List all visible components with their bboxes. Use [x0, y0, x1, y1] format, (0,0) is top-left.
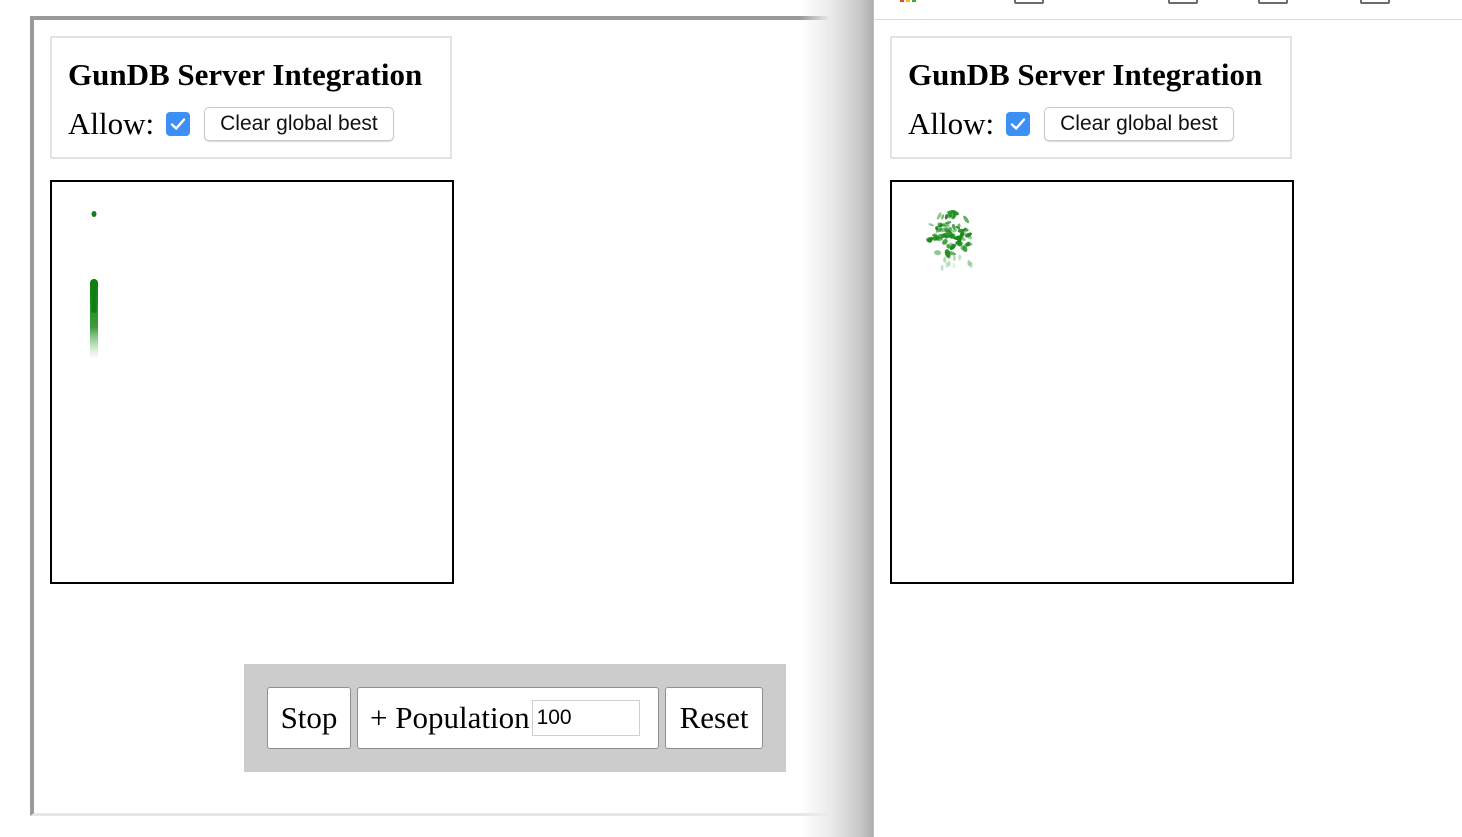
organism-fading	[958, 254, 962, 261]
organism	[934, 250, 942, 256]
clear-global-best-button[interactable]: Clear global best	[1044, 107, 1234, 141]
organism-fading	[947, 252, 951, 259]
allow-label: Allow:	[68, 106, 155, 141]
panel-title: GunDB Server Integration	[908, 57, 1263, 92]
organisms-layer	[90, 211, 98, 359]
bookmark-folder-icon[interactable]	[1014, 0, 1044, 4]
organism	[952, 228, 958, 233]
checkmark-icon	[170, 118, 186, 130]
organism-cluster	[91, 279, 97, 313]
organism-fading	[940, 264, 944, 271]
organism	[948, 226, 952, 233]
organism-fading	[952, 262, 956, 269]
organisms-layer	[926, 209, 973, 271]
simulation-canvas-right[interactable]	[890, 180, 1294, 584]
organism-fading	[944, 249, 948, 256]
bookmark-item[interactable]	[936, 0, 976, 1]
organism-fading	[943, 257, 947, 264]
stop-button[interactable]: Stop	[267, 687, 351, 749]
population-input[interactable]: 100	[531, 700, 640, 736]
organism	[928, 223, 934, 227]
allow-row: Allow: Clear global best	[68, 106, 394, 142]
window-shadow	[800, 0, 875, 837]
organism-fading	[952, 255, 956, 262]
population-label: + Population	[370, 700, 530, 735]
allow-checkbox[interactable]	[1006, 112, 1031, 136]
bookmark-folder-icon[interactable]	[1168, 0, 1198, 4]
organism-fading	[966, 259, 970, 266]
allow-label: Allow:	[908, 106, 995, 141]
reset-button[interactable]: Reset	[665, 687, 763, 749]
simulation-canvas-left[interactable]	[50, 180, 454, 584]
clear-global-best-button[interactable]: Clear global best	[204, 107, 394, 141]
checkmark-icon	[1010, 118, 1026, 130]
organism-fading	[947, 260, 951, 267]
allow-row: Allow: Clear global best	[908, 106, 1234, 142]
panel-title: GunDB Server Integration	[68, 57, 423, 92]
gundb-panel-right: GunDB Server Integration Allow: Clear gl…	[890, 36, 1292, 159]
organism-dot	[91, 211, 97, 217]
bookmarks-bar	[874, 0, 1462, 20]
allow-checkbox[interactable]	[166, 112, 191, 136]
bookmark-folder-icon[interactable]	[1360, 0, 1390, 4]
organism	[963, 215, 970, 224]
organism	[944, 213, 949, 220]
gundb-panel-left: GunDB Server Integration Allow: Clear gl…	[50, 36, 452, 159]
apps-icon[interactable]	[900, 0, 930, 4]
add-population-button[interactable]: + Population 100	[357, 687, 659, 749]
bookmark-folder-icon[interactable]	[1258, 0, 1288, 4]
controls-bar: Stop + Population 100 Reset	[244, 664, 786, 772]
